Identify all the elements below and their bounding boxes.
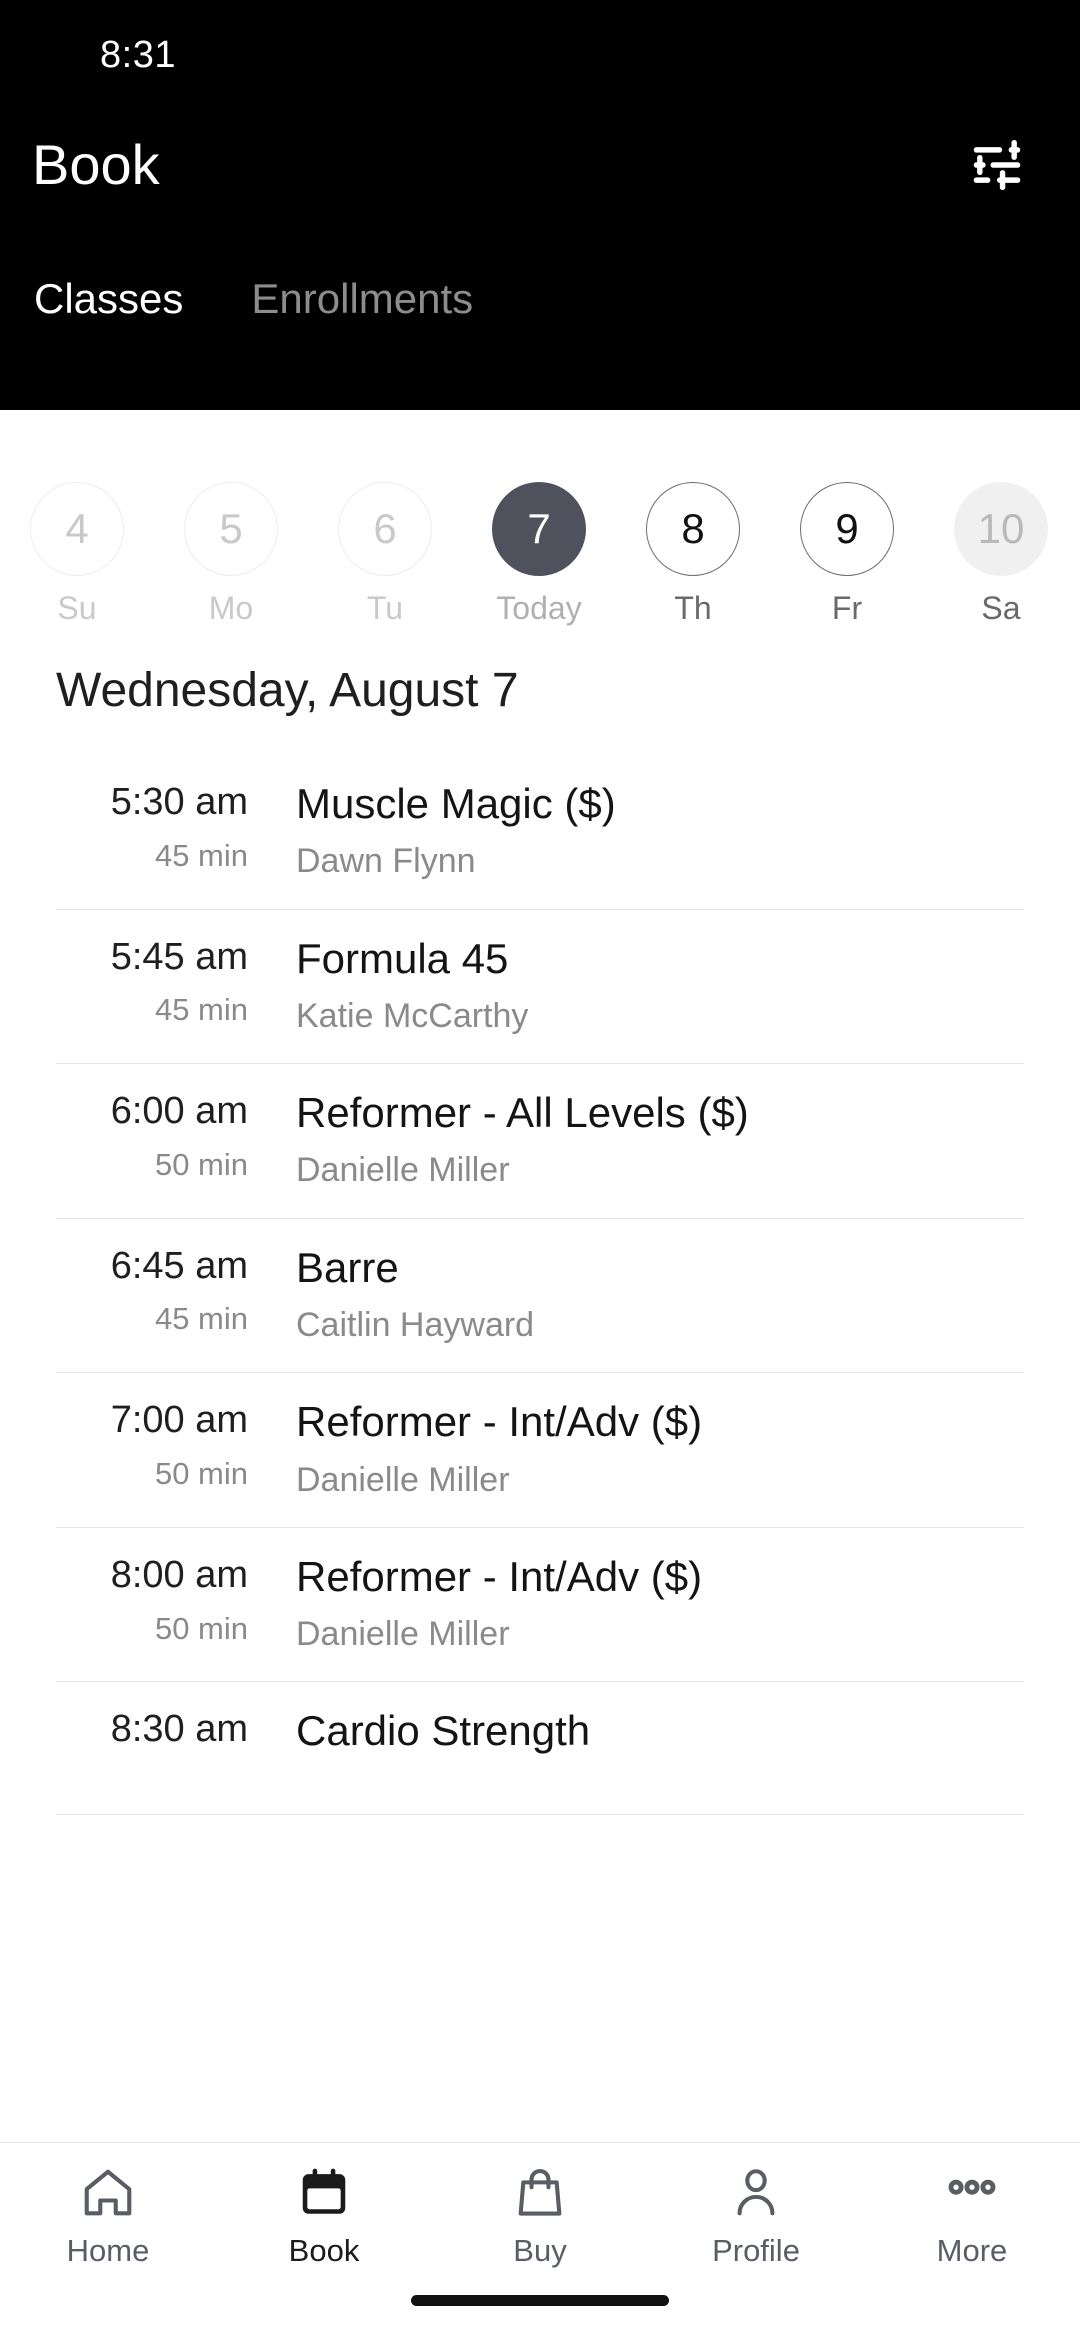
app-screen: 8:31 Book Classes Enrollments 4 Su 5 Mo … xyxy=(0,0,1080,2340)
nav-item-buy[interactable]: Buy xyxy=(432,2161,648,2266)
class-row[interactable]: 5:45 am 45 min Formula 45 Katie McCarthy xyxy=(56,910,1024,1065)
nav-item-home[interactable]: Home xyxy=(0,2161,216,2266)
nav-label: Profile xyxy=(712,2233,800,2268)
app-header: 8:31 Book Classes Enrollments xyxy=(0,0,1080,410)
page-title: Book xyxy=(32,133,160,196)
class-row[interactable]: 8:00 am 50 min Reformer - Int/Adv ($) Da… xyxy=(56,1528,1024,1683)
tune-icon xyxy=(973,139,1021,191)
class-duration: 50 min xyxy=(154,1456,248,1491)
class-time-column: 8:30 am xyxy=(56,1708,248,1766)
class-info-column: Cardio Strength xyxy=(248,1708,1024,1770)
class-info-column: Formula 45 Katie McCarthy xyxy=(248,934,1024,1036)
bag-icon xyxy=(511,2161,569,2225)
class-name: Reformer - All Levels ($) xyxy=(296,1089,749,1137)
date-cell-4[interactable]: 4 Su xyxy=(0,482,154,624)
nav-item-book[interactable]: Book xyxy=(216,2161,432,2266)
tab-enrollments[interactable]: Enrollments xyxy=(239,278,485,320)
date-cell-10[interactable]: 10 Sa xyxy=(924,482,1078,624)
date-weekday: Th xyxy=(674,590,712,626)
nav-label: Book xyxy=(288,2233,360,2268)
class-duration: 45 min xyxy=(154,1301,248,1337)
class-info-column: Muscle Magic ($) Dawn Flynn xyxy=(248,780,1024,881)
date-weekday: Today xyxy=(496,590,582,626)
header-tabs: Classes Enrollments xyxy=(0,220,1080,320)
date-strip[interactable]: 4 Su 5 Mo 6 Tu 7 Today 8 Th 9 Fr 10 Sa xyxy=(0,410,1080,635)
class-row[interactable]: 5:30 am 45 min Muscle Magic ($) Dawn Fly… xyxy=(56,755,1024,910)
date-weekday: Su xyxy=(57,590,97,626)
nav-item-profile[interactable]: Profile xyxy=(648,2161,864,2266)
date-weekday: Sa xyxy=(981,590,1021,626)
date-circle: 4 xyxy=(30,482,124,576)
bottom-navigation-bar: Home Book Buy Profile More xyxy=(0,2142,1080,2340)
date-circle: 8 xyxy=(646,482,740,576)
class-row[interactable]: 6:45 am 45 min Barre Caitlin Hayward xyxy=(56,1219,1024,1374)
class-list[interactable]: 5:30 am 45 min Muscle Magic ($) Dawn Fly… xyxy=(0,755,1080,2142)
tab-classes[interactable]: Classes xyxy=(22,278,195,320)
class-instructor: Danielle Miller xyxy=(296,1615,510,1654)
status-bar-clock: 8:31 xyxy=(100,33,176,76)
class-name: Formula 45 xyxy=(296,934,509,982)
nav-label: More xyxy=(936,2233,1008,2268)
class-time-column: 5:45 am 45 min xyxy=(56,936,248,1028)
date-weekday: Mo xyxy=(208,590,254,626)
class-duration: 50 min xyxy=(154,1146,248,1182)
class-name: Reformer - Int/Adv ($) xyxy=(296,1398,703,1446)
date-cell-7-today[interactable]: 7 Today xyxy=(462,482,616,624)
class-name: Muscle Magic ($) xyxy=(296,780,616,827)
date-cell-8[interactable]: 8 Th xyxy=(616,482,770,624)
date-cell-9[interactable]: 9 Fr xyxy=(770,482,924,624)
class-time: 8:30 am xyxy=(110,1708,248,1751)
class-time-column: 7:00 am 50 min xyxy=(56,1399,248,1491)
class-duration: 50 min xyxy=(154,1610,248,1646)
class-time: 7:00 am xyxy=(110,1399,248,1442)
status-bar: 8:31 xyxy=(0,0,1080,110)
class-time-column: 6:00 am 50 min xyxy=(56,1090,248,1182)
class-time-column: 6:45 am 45 min xyxy=(56,1245,248,1337)
class-info-column: Reformer - All Levels ($) Danielle Mille… xyxy=(248,1089,1024,1190)
home-icon xyxy=(79,2161,137,2225)
class-instructor: Danielle Miller xyxy=(296,1460,510,1499)
class-instructor: Katie McCarthy xyxy=(296,996,529,1035)
home-indicator[interactable] xyxy=(411,2295,669,2306)
schedule-date-heading: Wednesday, August 7 xyxy=(56,664,519,717)
class-time: 6:45 am xyxy=(110,1244,248,1287)
nav-label: Buy xyxy=(513,2233,567,2268)
date-circle: 5 xyxy=(184,482,278,576)
date-circle: 6 xyxy=(338,482,432,576)
date-circle: 10 xyxy=(954,482,1048,576)
class-row[interactable]: 7:00 am 50 min Reformer - Int/Adv ($) Da… xyxy=(56,1373,1024,1528)
class-time: 5:30 am xyxy=(110,781,248,823)
class-time: 8:00 am xyxy=(110,1553,248,1596)
person-icon xyxy=(727,2161,785,2225)
class-info-column: Barre Caitlin Hayward xyxy=(248,1243,1024,1345)
date-weekday: Fr xyxy=(831,590,863,626)
nav-label: Home xyxy=(66,2233,150,2268)
class-time-column: 5:30 am 45 min xyxy=(56,781,248,873)
date-cell-6[interactable]: 6 Tu xyxy=(308,482,462,624)
ellipsis-icon xyxy=(943,2161,1001,2225)
class-duration: 45 min xyxy=(154,837,248,873)
class-info-column: Reformer - Int/Adv ($) Danielle Miller xyxy=(248,1399,1024,1499)
date-cell-5[interactable]: 5 Mo xyxy=(154,482,308,624)
class-info-column: Reformer - Int/Adv ($) Danielle Miller xyxy=(248,1552,1024,1654)
class-time: 5:45 am xyxy=(110,935,248,978)
class-name: Barre xyxy=(296,1243,399,1291)
calendar-icon xyxy=(295,2161,353,2225)
class-time: 6:00 am xyxy=(110,1090,248,1133)
class-instructor: Danielle Miller xyxy=(296,1151,510,1190)
class-time-column: 8:00 am 50 min xyxy=(56,1554,248,1646)
header-title-row: Book xyxy=(0,110,1080,220)
class-instructor: Dawn Flynn xyxy=(296,842,476,881)
date-circle-selected: 7 xyxy=(492,482,586,576)
class-duration: 45 min xyxy=(154,992,248,1028)
date-circle: 9 xyxy=(800,482,894,576)
date-weekday: Tu xyxy=(366,590,404,626)
class-instructor: Caitlin Hayward xyxy=(296,1305,535,1344)
nav-item-more[interactable]: More xyxy=(864,2161,1080,2266)
class-row[interactable]: 6:00 am 50 min Reformer - All Levels ($)… xyxy=(56,1064,1024,1219)
class-name: Cardio Strength xyxy=(296,1707,591,1755)
class-name: Reformer - Int/Adv ($) xyxy=(296,1552,703,1600)
class-row-partial[interactable]: 8:30 am Cardio Strength xyxy=(56,1682,1024,1816)
filter-button[interactable] xyxy=(962,130,1032,200)
